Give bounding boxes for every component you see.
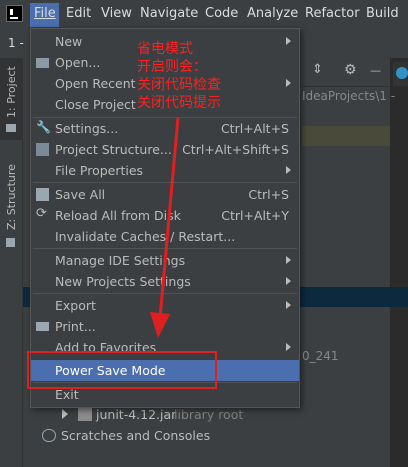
jdk-version-text: 0_241 [302, 349, 339, 363]
menu-item-new-projects-settings[interactable]: New Projects Settings [31, 271, 299, 292]
menu-item-label: Exit [55, 387, 79, 402]
expand-arrow-icon[interactable] [62, 409, 68, 419]
annotation-note: 省电模式 开启则会： 关闭代码检查 关闭代码提示 [137, 40, 221, 112]
submenu-arrow-icon [286, 37, 291, 45]
tree-item-scratches[interactable]: Scratches and Consoles [61, 428, 210, 443]
menu-item-label: Save All [55, 187, 106, 202]
submenu-arrow-icon [286, 256, 291, 264]
submenu-arrow-icon [286, 166, 291, 174]
menu-code[interactable]: Code [205, 6, 238, 21]
menu-item-shortcut: Ctrl+Alt+S [220, 121, 289, 136]
menu-navigate[interactable]: Navigate [140, 6, 198, 21]
submenu-arrow-icon [286, 277, 291, 285]
menu-item-label: Reload All from Disk [55, 208, 181, 223]
hide-panel-icon[interactable]: — [370, 64, 381, 77]
menu-item-label: File Properties [55, 163, 144, 178]
menu-item-print[interactable]: Print... [31, 316, 299, 337]
project-tab-label[interactable]: 1: Project [5, 66, 18, 118]
scratches-icon [42, 429, 56, 442]
submenu-arrow-icon [286, 79, 291, 87]
menu-analyze[interactable]: Analyze [247, 6, 298, 21]
project-path-text: IdeaProjects\1 - [302, 89, 396, 103]
structure-tab-label[interactable]: Z: Structure [5, 164, 18, 230]
annotation-line: 省电模式 [137, 41, 193, 57]
menu-item-shortcut: Ctrl+S [248, 187, 289, 202]
save-icon [36, 188, 49, 201]
menu-item-label: Invalidate Caches / Restart... [55, 229, 236, 244]
submenu-arrow-icon [286, 343, 291, 351]
intellij-logo-icon [6, 5, 23, 22]
menu-item-save-all[interactable]: Save All Ctrl+S [31, 184, 299, 205]
class-file-icon [396, 67, 408, 79]
menu-item-reload-all[interactable]: ⟳ Reload All from Disk Ctrl+Alt+Y [31, 205, 299, 226]
menu-item-export[interactable]: Export [31, 295, 299, 316]
module-row-highlight [302, 126, 390, 146]
menu-build[interactable]: Build [366, 6, 399, 21]
menu-item-label: Open Recent [55, 76, 136, 91]
menu-item-label: Close Project [55, 97, 136, 112]
menu-separator [33, 293, 297, 294]
menu-item-label: New Projects Settings [55, 274, 191, 289]
menu-separator [33, 182, 297, 183]
menu-edit[interactable]: Edit [66, 6, 91, 21]
menu-item-manage-ide-settings[interactable]: Manage IDE Settings [31, 250, 299, 271]
menu-item-shortcut: Ctrl+Alt+Shift+S [182, 142, 289, 157]
menu-item-label: Settings... [55, 121, 119, 136]
collapse-all-icon[interactable]: ⇕ [312, 62, 323, 77]
structure-icon [6, 238, 15, 247]
menu-file[interactable]: File [34, 6, 56, 21]
printer-icon [36, 322, 49, 331]
annotation-highlight-box [27, 351, 217, 389]
menu-item-label: Print... [55, 319, 96, 334]
editor-area [390, 58, 408, 467]
project-structure-icon [36, 143, 49, 156]
menu-refactor[interactable]: Refactor [305, 6, 360, 21]
menu-item-label: New [55, 34, 83, 49]
menu-item-label: Export [55, 298, 96, 313]
tree-item-junit[interactable]: junit-4.12.jar [96, 407, 176, 422]
menu-item-label: Open... [55, 55, 101, 70]
gear-icon[interactable]: ⚙ [344, 62, 357, 78]
annotation-line: 关闭代码检查 [137, 77, 221, 93]
tree-item-hint: library root [174, 407, 244, 422]
menu-item-invalidate-caches[interactable]: Invalidate Caches / Restart... [31, 226, 299, 247]
submenu-arrow-icon [286, 301, 291, 309]
folder-open-icon [36, 58, 49, 68]
menu-item-shortcut: Ctrl+Alt+Y [221, 208, 289, 223]
project-index-label: 1 - [8, 36, 24, 50]
wrench-icon: 🔧 [36, 120, 51, 134]
refresh-icon: ⟳ [36, 206, 47, 221]
folder-icon [6, 124, 16, 132]
annotation-line: 关闭代码提示 [137, 95, 221, 111]
menu-view[interactable]: View [101, 6, 132, 21]
menu-item-label: Manage IDE Settings [55, 253, 186, 268]
menu-item-project-structure[interactable]: Project Structure... Ctrl+Alt+Shift+S [31, 139, 299, 160]
annotation-line: 开启则会： [137, 59, 207, 75]
menu-item-label: Project Structure... [55, 142, 172, 157]
menu-item-file-properties[interactable]: File Properties [31, 160, 299, 181]
menu-item-settings[interactable]: 🔧 Settings... Ctrl+Alt+S [31, 118, 299, 139]
jar-icon [78, 408, 92, 421]
menu-separator [33, 248, 297, 249]
